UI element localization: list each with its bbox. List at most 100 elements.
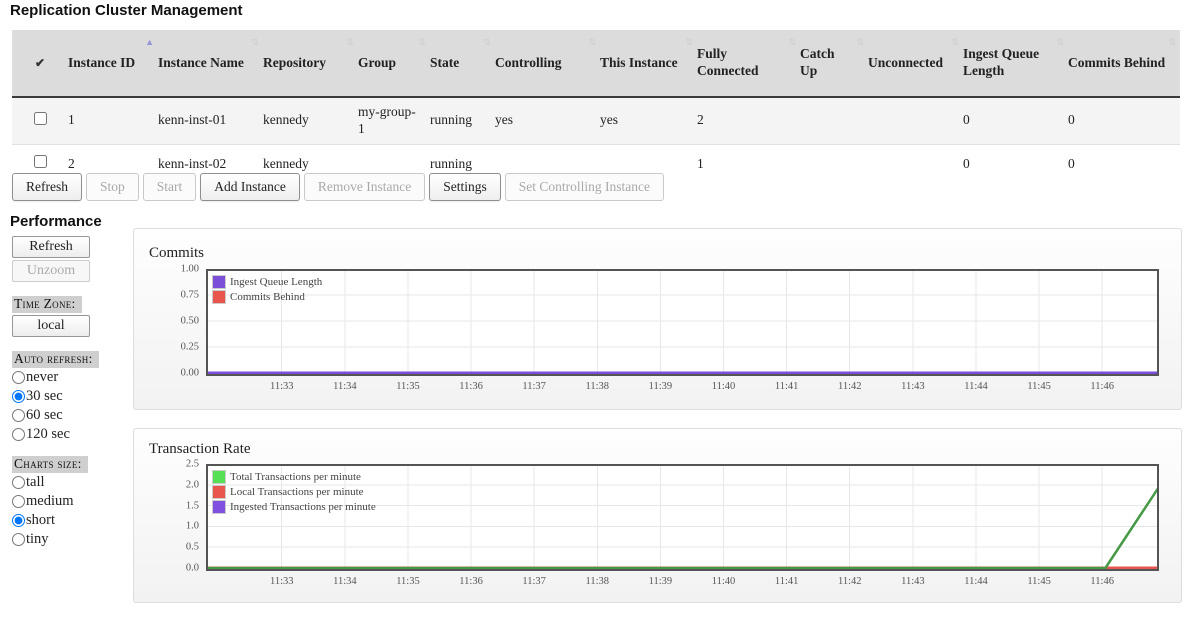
x-tick-label: 11:34	[333, 381, 357, 392]
remove-instance-button[interactable]: Remove Instance	[304, 173, 425, 201]
charts-size-option-medium[interactable]: medium	[12, 492, 130, 511]
auto-refresh-radio[interactable]	[12, 371, 25, 384]
column-header-label: Catch Up	[800, 46, 835, 78]
sort-icon: ⇅	[483, 37, 491, 48]
row-checkbox[interactable]	[34, 155, 47, 168]
stop-button[interactable]: Stop	[86, 173, 139, 201]
set-controlling-instance-button[interactable]: Set Controlling Instance	[505, 173, 664, 201]
auto-refresh-label: Auto refresh:	[12, 351, 99, 368]
charts-size-radio[interactable]	[12, 495, 25, 508]
chart-title: Transaction Rate	[149, 441, 251, 458]
performance-refresh-button[interactable]: Refresh	[12, 236, 90, 258]
x-tick-label: 11:43	[901, 381, 925, 392]
column-header-repository[interactable]: Repository⇅	[263, 30, 358, 97]
column-header-fully_connected[interactable]: Fully Connected ⇅	[697, 30, 800, 97]
auto-refresh-option-60-sec[interactable]: 60 sec	[12, 406, 130, 425]
sort-icon: ⇅	[951, 37, 959, 48]
column-header-ingest_queue_length[interactable]: Ingest Queue Length⇅	[963, 30, 1068, 97]
auto-refresh-radio[interactable]	[12, 428, 25, 441]
column-header-label: Group	[358, 55, 396, 70]
column-header-this_instance[interactable]: This Instance ⇅	[600, 30, 697, 97]
legend-swatch-icon	[212, 485, 226, 499]
charts-size-option-label: tall	[26, 474, 45, 491]
column-header-group[interactable]: Group ⇅	[358, 30, 430, 97]
column-header-instance_id[interactable]: Instance ID▲	[68, 30, 158, 97]
charts-size-radio[interactable]	[12, 476, 25, 489]
sort-icon: ⇅	[1168, 37, 1176, 48]
add-instance-button[interactable]: Add Instance	[200, 173, 300, 201]
x-tick-label: 11:46	[1090, 576, 1114, 587]
cluster-table: ✔Instance ID▲Instance Name⇅Repository⇅Gr…	[12, 30, 1180, 184]
charts-size-option-tiny[interactable]: tiny	[12, 530, 130, 549]
time-zone-label: Time Zone:	[12, 296, 82, 313]
start-button[interactable]: Start	[143, 173, 197, 201]
column-header-controlling[interactable]: Controlling⇅	[495, 30, 600, 97]
auto-refresh-radio[interactable]	[12, 409, 25, 422]
chart-title: Commits	[149, 245, 204, 262]
time-zone-button[interactable]: local	[12, 315, 90, 337]
auto-refresh-option-never[interactable]: never	[12, 368, 130, 387]
auto-refresh-radio[interactable]	[12, 390, 25, 403]
cell-this_instance: yes	[600, 97, 697, 144]
charts-size-option-short[interactable]: short	[12, 511, 130, 530]
column-header-label: Fully Connected	[697, 46, 759, 78]
x-tick-label: 11:36	[459, 381, 483, 392]
chart-legend: Ingest Queue LengthCommits Behind	[212, 274, 322, 304]
auto-refresh-option-30-sec[interactable]: 30 sec	[12, 387, 130, 406]
sort-icon: ⇅	[588, 37, 596, 48]
chart-plot-area[interactable]	[206, 269, 1159, 376]
legend-item-commits-behind: Commits Behind	[212, 289, 322, 304]
x-tick-label: 11:37	[522, 576, 546, 587]
legend-label: Ingested Transactions per minute	[230, 501, 376, 513]
sort-icon: ⇅	[251, 37, 259, 48]
y-tick-label: 1.00	[134, 264, 199, 275]
charts-size-label: Charts size:	[12, 456, 88, 473]
column-header-catch_up[interactable]: Catch Up⇅	[800, 30, 868, 97]
auto-refresh-option-label: 60 sec	[26, 407, 63, 424]
cell-instance_name: kenn-inst-01	[158, 97, 263, 144]
x-tick-label: 11:38	[586, 381, 610, 392]
legend-label: Ingest Queue Length	[230, 276, 322, 288]
sort-icon: ⇅	[788, 37, 796, 48]
cell-fully_connected: 1	[697, 144, 800, 184]
y-tick-label: 2.0	[134, 479, 199, 490]
column-header-state[interactable]: State⇅	[430, 30, 495, 97]
sort-icon: ⇅	[685, 37, 693, 48]
legend-swatch-icon	[212, 500, 226, 514]
cell-unconnected	[868, 144, 963, 184]
column-header-label: This Instance	[600, 55, 678, 70]
legend-item-ingest-queue-length: Ingest Queue Length	[212, 274, 322, 289]
table-head: ✔Instance ID▲Instance Name⇅Repository⇅Gr…	[12, 30, 1180, 97]
y-tick-label: 1.0	[134, 521, 199, 532]
column-header-commits_behind[interactable]: Commits Behind⇅	[1068, 30, 1180, 97]
cell-catch_up	[800, 97, 868, 144]
settings-button[interactable]: Settings	[429, 173, 501, 201]
legend-swatch-icon	[212, 290, 226, 304]
column-header-unconnected[interactable]: Unconnected⇅	[868, 30, 963, 97]
auto-refresh-option-120-sec[interactable]: 120 sec	[12, 425, 130, 444]
row-checkbox[interactable]	[34, 112, 47, 125]
cell-repository: kennedy	[263, 97, 358, 144]
x-tick-label: 11:46	[1090, 381, 1114, 392]
x-tick-label: 11:40	[712, 381, 736, 392]
charts-size-option-label: medium	[26, 493, 74, 510]
cell-commits_behind: 0	[1068, 144, 1180, 184]
x-tick-label: 11:39	[649, 576, 673, 587]
auto-refresh-option-label: 30 sec	[26, 388, 63, 405]
charts-size-radio[interactable]	[12, 514, 25, 527]
x-tick-label: 11:34	[333, 576, 357, 587]
column-header-instance_name[interactable]: Instance Name ⇅	[158, 30, 263, 97]
sort-icon: ⇅	[346, 37, 354, 48]
column-header-label: Commits Behind	[1068, 55, 1165, 70]
legend-swatch-icon	[212, 275, 226, 289]
y-tick-label: 0.75	[134, 290, 199, 301]
sort-icon: ⇅	[418, 37, 426, 48]
y-tick-label: 0.0	[134, 563, 199, 574]
cell-catch_up	[800, 144, 868, 184]
column-header-label: Instance Name	[158, 55, 244, 70]
refresh-button[interactable]: Refresh	[12, 173, 82, 201]
charts-size-option-tall[interactable]: tall	[12, 473, 130, 492]
charts-size-radio[interactable]	[12, 533, 25, 546]
unzoom-button[interactable]: Unzoom	[12, 260, 90, 282]
y-tick-label: 2.5	[134, 459, 199, 470]
